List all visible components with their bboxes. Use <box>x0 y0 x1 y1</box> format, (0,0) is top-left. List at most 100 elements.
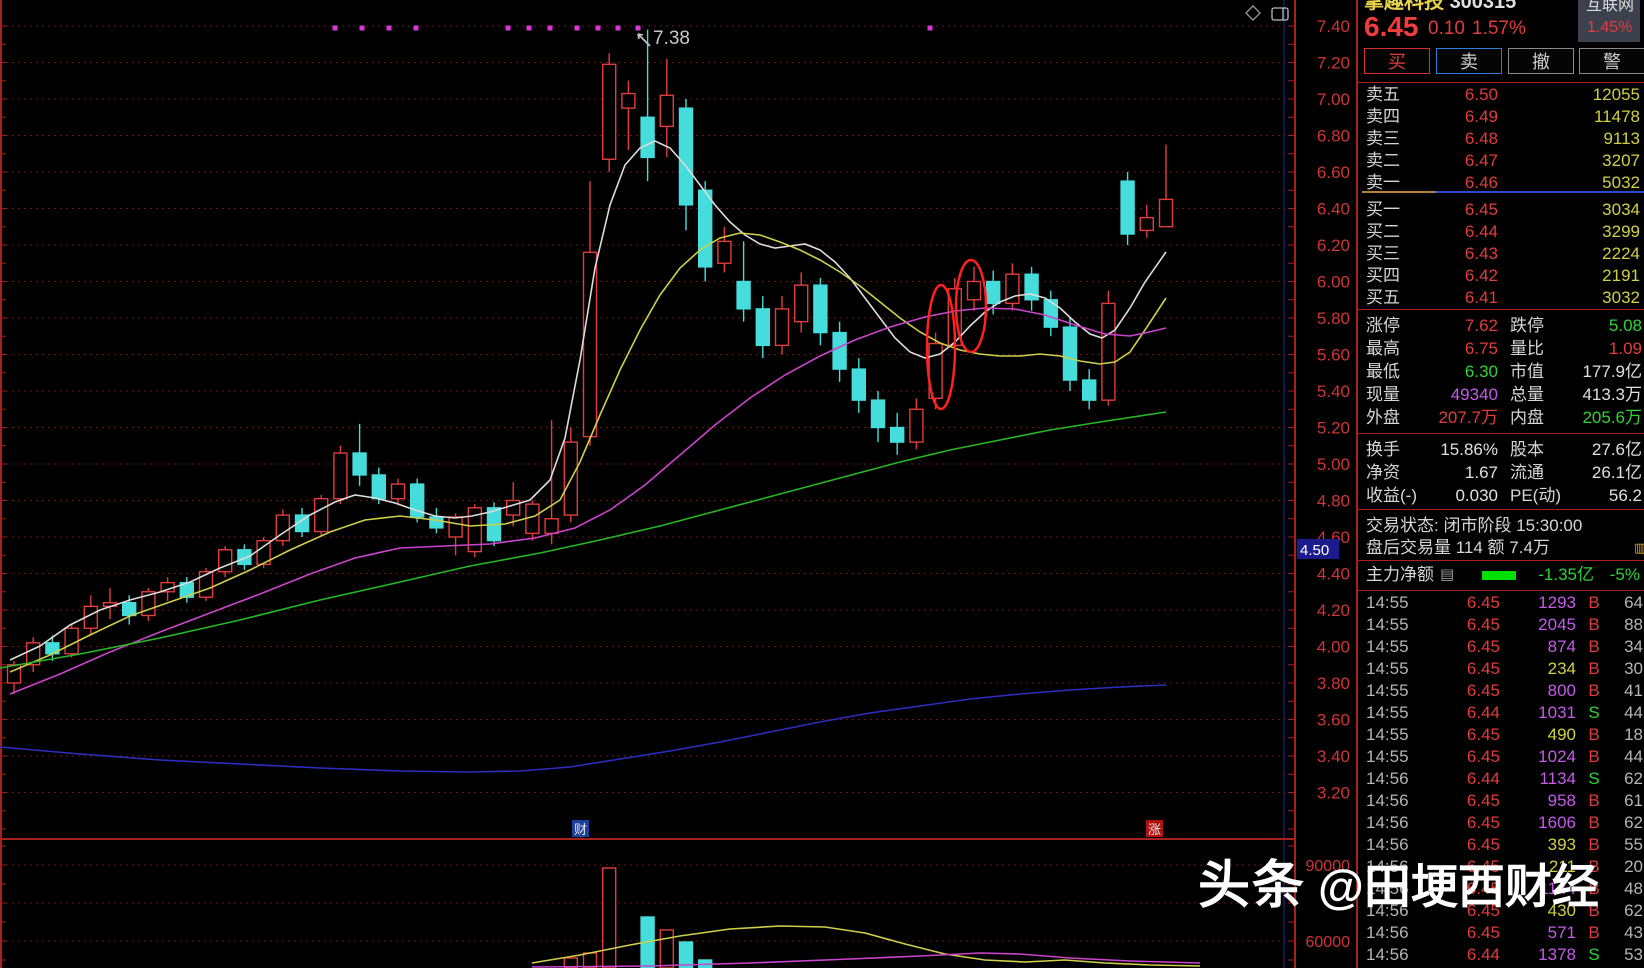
level-volume: 3032 <box>1602 288 1640 307</box>
trade-row[interactable]: 14:55 6.45 234 B 30 <box>1358 658 1644 680</box>
trade-count: 64 <box>1624 593 1643 612</box>
stat-row[interactable]: 换手 15.86% 股本 27.6亿 <box>1358 439 1644 461</box>
main-force-row[interactable]: 主力净额 ▤ -1.35亿 -5% <box>1358 564 1644 586</box>
trade-volume: 490 <box>1547 725 1576 744</box>
sector-box[interactable]: 互联网 1.45% <box>1578 0 1640 42</box>
list-icon[interactable]: ▤ <box>1440 564 1454 586</box>
trade-row[interactable]: 14:55 6.44 1031 S 44 <box>1358 702 1644 724</box>
volume-bar <box>659 929 674 968</box>
stat-value: 1.67 <box>1464 463 1498 482</box>
divider <box>1358 309 1644 310</box>
signal-dot <box>615 25 621 31</box>
mid-price-line <box>1436 191 1644 193</box>
level-price: 6.43 <box>1464 244 1498 263</box>
cancel-order-button[interactable]: 撤 <box>1508 48 1574 74</box>
stat-row[interactable]: 最低 6.30 市值 177.9亿 <box>1358 361 1644 383</box>
trade-row[interactable]: 14:56 6.44 1378 S 53 <box>1358 944 1644 966</box>
candle-body <box>314 497 329 533</box>
panel-toggle-icon[interactable] <box>1271 7 1289 21</box>
trade-direction-flag: S <box>1588 945 1600 964</box>
level-volume: 3034 <box>1602 200 1640 219</box>
stat-row[interactable]: 外盘 207.7万 内盘 205.6万 <box>1358 407 1644 429</box>
after-hours-volume: 盘后交易量 114 额 7.4万 <box>1366 538 1550 557</box>
candle-body <box>602 63 617 160</box>
sell-level-row[interactable]: 卖二 6.47 3207 <box>1358 150 1644 172</box>
sell-button[interactable]: 卖 <box>1436 48 1502 74</box>
event-marker-label: 涨 <box>1148 822 1161 837</box>
trade-time: 14:56 <box>1366 791 1409 810</box>
mini-chart-icon[interactable]: ▥ <box>1634 540 1644 555</box>
stat-value: 27.6亿 <box>1591 440 1642 459</box>
trade-direction-flag: B <box>1588 725 1600 744</box>
volume-bar <box>602 867 617 968</box>
stat-value: 413.3万 <box>1582 385 1642 404</box>
stat-row[interactable]: 现量 49340 总量 413.3万 <box>1358 384 1644 406</box>
trade-row[interactable]: 14:55 6.45 1293 B 64 <box>1358 592 1644 614</box>
alert-button[interactable]: 警 <box>1579 48 1644 74</box>
sell-level-row[interactable]: 卖三 6.48 9113 <box>1358 128 1644 150</box>
candlestick-chart[interactable]: 7.40 7.20 7.00 6.80 6.60 6.40 6.20 6.00 5.80 5.60… <box>0 0 1356 968</box>
level-volume: 3207 <box>1602 151 1640 170</box>
signal-dot <box>526 25 532 31</box>
trade-volume: 1606 <box>1538 813 1576 832</box>
sector-name: 互联网 <box>1586 0 1635 14</box>
stat-row[interactable]: 最高 6.75 量比 1.09 <box>1358 338 1644 360</box>
trade-row[interactable]: 14:56 6.45 571 B 43 <box>1358 922 1644 944</box>
candle-body <box>851 368 866 401</box>
trade-volume: 958 <box>1547 791 1576 810</box>
candle-body <box>525 503 540 535</box>
trade-row[interactable]: 14:55 6.45 1024 B 44 <box>1358 746 1644 768</box>
candle-body <box>832 331 847 370</box>
sell-level-row[interactable]: 卖五 6.50 12055 <box>1358 84 1644 106</box>
trade-time: 14:56 <box>1366 813 1409 832</box>
candle-body <box>794 284 809 323</box>
divider <box>1358 560 1644 561</box>
stat-value: 15.86% <box>1440 440 1498 459</box>
candle-body <box>1139 216 1155 232</box>
trade-row[interactable]: 14:56 6.44 1134 S 62 <box>1358 768 1644 790</box>
trade-row[interactable]: 14:55 6.45 800 B 41 <box>1358 680 1644 702</box>
signal-dot <box>927 25 933 31</box>
level-label: 卖三 <box>1366 129 1400 148</box>
trade-volume: 571 <box>1547 923 1576 942</box>
price-axis-label: 6.60 <box>1317 163 1350 182</box>
price-axis-label: 7.00 <box>1317 90 1350 109</box>
trade-row[interactable]: 14:56 6.45 958 B 61 <box>1358 790 1644 812</box>
buy-level-row[interactable]: 买一 6.45 3034 <box>1358 199 1644 221</box>
trade-row[interactable]: 14:55 6.45 490 B 18 <box>1358 724 1644 746</box>
buy-level-row[interactable]: 买四 6.42 2191 <box>1358 265 1644 287</box>
stock-app-window: { "header": { "name": "掌趣科技", "code": "3… <box>0 0 1644 968</box>
level-price: 6.49 <box>1464 107 1498 126</box>
trade-time: 14:56 <box>1366 945 1409 964</box>
candle-body <box>909 408 924 443</box>
trade-row[interactable]: 14:56 6.45 1606 B 62 <box>1358 812 1644 834</box>
level-volume: 9113 <box>1603 129 1640 148</box>
trade-volume: 874 <box>1547 637 1576 656</box>
trade-direction-flag: B <box>1588 813 1600 832</box>
candle-body <box>640 116 655 159</box>
price-axis-label: 6.40 <box>1317 200 1350 219</box>
stat-row[interactable]: 净资 1.67 流通 26.1亿 <box>1358 462 1644 484</box>
trade-count: 88 <box>1624 615 1643 634</box>
trade-count: 62 <box>1624 813 1643 832</box>
candle-body <box>198 570 214 598</box>
ma-line-vol-ma-magenta <box>531 952 1201 968</box>
stock-code: 300315 <box>1449 0 1517 13</box>
stat-label: 换手 <box>1366 440 1400 459</box>
trade-row[interactable]: 14:55 6.45 2045 B 88 <box>1358 614 1644 636</box>
level-price: 6.47 <box>1464 151 1498 170</box>
trade-direction-flag: B <box>1588 615 1600 634</box>
buy-level-row[interactable]: 买三 6.43 2224 <box>1358 243 1644 265</box>
stat-row[interactable]: 涨停 7.62 跌停 5.08 <box>1358 315 1644 337</box>
main-force-value: -1.35亿 <box>1538 565 1594 584</box>
sell-level-row[interactable]: 卖四 6.49 11478 <box>1358 106 1644 128</box>
trade-time: 14:55 <box>1366 637 1409 656</box>
buy-level-row[interactable]: 买二 6.44 3299 <box>1358 221 1644 243</box>
buy-button[interactable]: 买 <box>1364 48 1430 74</box>
diamond-icon[interactable] <box>1245 5 1261 21</box>
buy-level-row[interactable]: 买五 6.41 3032 <box>1358 287 1644 309</box>
trade-row[interactable]: 14:55 6.45 874 B 34 <box>1358 636 1644 658</box>
stat-row[interactable]: 收益(-) 0.030 PE(动) 56.2 <box>1358 485 1644 507</box>
trade-time: 14:56 <box>1366 923 1409 942</box>
watermark: 头条 @田埂西财经 <box>1198 843 1599 918</box>
